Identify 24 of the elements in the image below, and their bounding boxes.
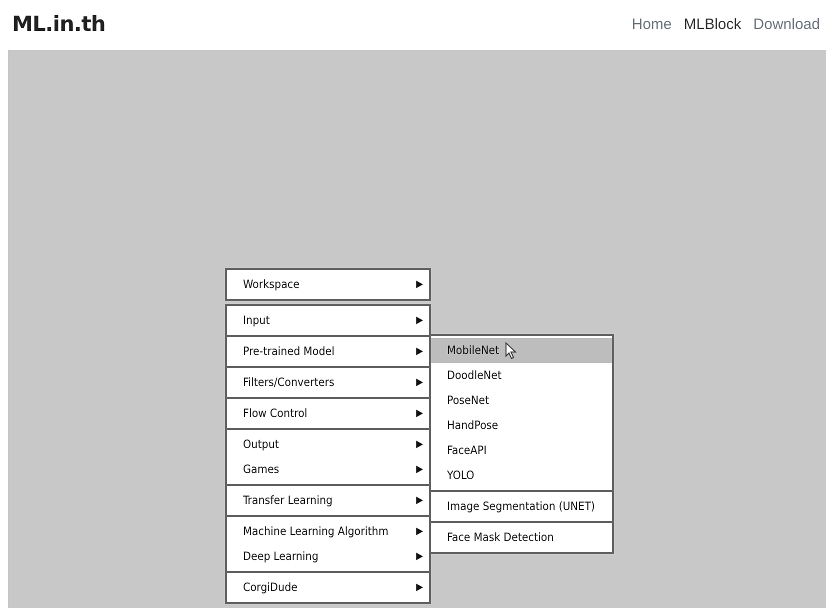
menu-item[interactable]: Flow Control ▶	[227, 401, 429, 426]
menu-item[interactable]: Output ▶	[227, 432, 429, 457]
nav-link[interactable]: Home	[626, 14, 678, 36]
menu-item[interactable]: Face Mask Detection	[431, 525, 612, 550]
menu-item[interactable]: YOLO	[431, 463, 612, 488]
menu-item[interactable]: Deep Learning ▶	[227, 544, 429, 569]
nav-link[interactable]: MLBlock	[678, 14, 748, 36]
menu-item[interactable]: FaceAPI	[431, 438, 612, 463]
site-logo[interactable]: ML.in.th	[12, 9, 106, 41]
menu-item[interactable]: Image Segmentation (UNET)	[431, 494, 612, 519]
menu-item[interactable]: Workspace ▶	[227, 272, 429, 297]
menu-item[interactable]: Pre-trained Model ▶	[227, 339, 429, 364]
cursor-icon	[505, 342, 518, 360]
menu-item[interactable]: Transfer Learning ▶	[227, 488, 429, 513]
menu-item[interactable]: HandPose	[431, 413, 612, 438]
menu-item[interactable]: DoodleNet	[431, 363, 612, 388]
menu-item[interactable]: PoseNet	[431, 388, 612, 413]
menu-item[interactable]: Input ▶	[227, 308, 429, 333]
menu-item[interactable]: Games ▶	[227, 457, 429, 482]
nav-link[interactable]: Download	[747, 14, 826, 36]
menu-item[interactable]: MobileNet	[431, 338, 612, 363]
menu-item[interactable]: Machine Learning Algorithm ▶	[227, 519, 429, 544]
menu-item[interactable]: Filters/Converters ▶	[227, 370, 429, 395]
menu-item[interactable]: CorgiDude ▶	[227, 575, 429, 600]
